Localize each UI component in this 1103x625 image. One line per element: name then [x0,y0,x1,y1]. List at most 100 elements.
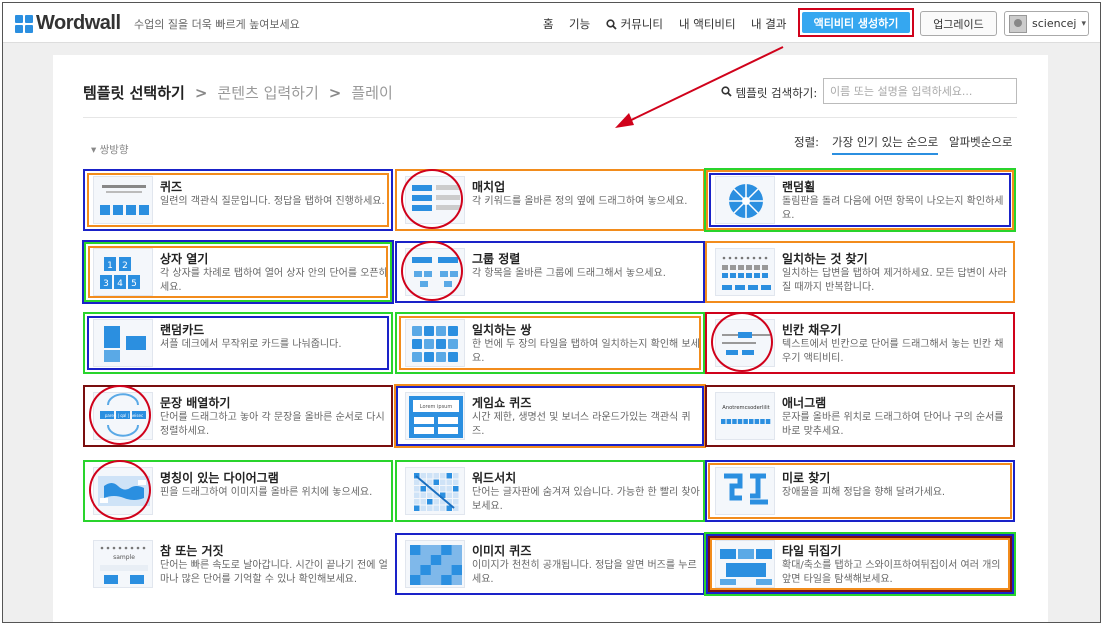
template-title: 매치업 [472,180,506,194]
svg-text:5: 5 [131,279,137,289]
template-card[interactable]: sample 참 또는 거짓단어는 빠른 속도로 날아갑니다. 시간이 끝나기 전… [85,535,391,593]
template-description: 한 번에 두 장의 타일을 탭하여 일치하는지 확인해 보세요. [472,339,700,364]
svg-text:sample: sample [113,554,135,561]
template-title: 퀴즈 [160,180,183,194]
tagline: 수업의 질을 더욱 빠르게 높여보세요 [134,18,300,31]
template-title: 타일 뒤집기 [782,544,842,558]
template-description: 각 키워드를 올바른 정의 옆에 드래그하여 놓으세요. [472,196,688,207]
nav-features[interactable]: 기능 [569,16,590,32]
blank-thumb [715,319,775,367]
chevron-down-icon: ▾ [1081,18,1086,29]
quiz-thumb [93,176,153,224]
chevron-right-icon: > [328,84,342,102]
anagram-thumb: Anotremcsoderlilit [715,392,775,440]
matchup-thumb [405,176,465,224]
breadcrumb-step-select: 템플릿 선택하기 [83,84,185,102]
template-title: 문장 배열하기 [160,396,231,410]
template-description: 일치하는 답변을 탭하여 제거하세요. 모든 답변이 사라질 때까지 반복합니다… [782,268,1007,293]
user-menu-button[interactable]: sciencej ▾ [1004,11,1089,36]
template-title: 빈칸 채우기 [782,323,842,337]
template-description: 돌림판을 돌려 다음에 어떤 항목이 나오는지 확인하세요. [782,196,1004,221]
template-card[interactable]: 빈칸 채우기텍스트에서 빈칸으로 단어를 드래그해서 놓는 빈칸 채우기 액티비… [705,312,1015,374]
app-window: Wordwall 수업의 질을 더욱 빠르게 높여보세요 홈 기능 커뮤니티 내… [2,2,1101,623]
template-title: 일치하는 쌍 [472,323,532,337]
template-card[interactable]: 랜덤카드셔플 데크에서 무작위로 카드를 나눠줍니다. [83,312,393,374]
template-card[interactable]: 명칭이 있는 다이어그램 핀을 드래그하여 이미지를 올바른 위치에 놓으세요. [83,460,393,522]
sort-popular[interactable]: 가장 인기 있는 순으로 [832,134,939,155]
group-sort-thumb [405,248,465,296]
pairs-thumb [405,319,465,367]
template-title: 게임쇼 퀴즈 [472,396,532,410]
find-match-thumb [715,248,775,296]
template-title: 명칭이 있는 다이어그램 [160,471,279,485]
nav-community[interactable]: 커뮤니티 [606,16,663,32]
template-description: 장애물을 피해 정답을 향해 달려가세요. [782,487,946,498]
section-label: 쌍방향 [99,144,129,156]
template-title: 랜덤카드 [160,323,205,337]
template-search-input[interactable] [823,78,1017,104]
true-false-thumb: sample [93,540,153,588]
template-description: 확대/축소를 탭하고 스와이프하여뒤집이서 여러 개의 앞면 타일을 탐색해보세… [782,560,1001,585]
template-card[interactable]: Lorem ipsum 게임쇼 퀴즈 시간 제한, 생명선 및 보너스 라운드가있는… [394,384,706,448]
template-card[interactable]: 미로 찾기장애물을 피해 정답을 향해 달려가세요. [705,460,1015,522]
wordsearch-thumb [405,467,465,515]
section-toggle-interactive[interactable]: ▾ 쌍방향 [91,142,129,157]
maze-thumb [715,467,775,515]
template-description: 각 상자를 차례로 탭하여 열어 상자 안의 단어를 오픈하세요. [160,268,388,293]
template-description: 셔플 데크에서 무작위로 카드를 나눠줍니다. [160,339,342,350]
template-description: 단어는 글자판에 숨겨져 있습니다. 가능한 한 빨리 찾아보세요. [472,487,700,512]
sort-alphabetical[interactable]: 알파벳순으로 [949,134,1012,150]
breadcrumb-step-play: 플레이 [351,84,393,102]
template-card[interactable]: 일치하는 쌍한 번에 두 장의 타일을 탭하여 일치하는지 확인해 보세요. [395,312,705,374]
template-card[interactable]: 그룹 정렬각 항목을 올바른 그룹에 드래그해서 놓으세요. [395,241,705,303]
template-title: 그룹 정렬 [472,252,521,266]
wordwall-logo[interactable]: Wordwall [15,12,121,35]
nav-home[interactable]: 홈 [543,16,554,32]
top-nav-bar: Wordwall 수업의 질을 더욱 빠르게 높여보세요 홈 기능 커뮤니티 내… [3,3,1100,43]
template-title: 워드서치 [472,471,517,485]
template-card[interactable]: 일치하는 것 찾기일치하는 답변을 탭하여 제거하세요. 모든 답변이 사라질 … [705,241,1015,303]
template-card[interactable]: 타일 뒤집기확대/축소를 탭하고 스와이프하여뒤집이서 여러 개의 앞면 타일을… [704,532,1016,596]
username: sciencej [1032,17,1077,30]
nav-my-activities[interactable]: 내 액티비티 [679,16,736,32]
search-icon [721,86,732,97]
template-card[interactable]: 1 2 3 4 5 상자 열기 각 상자를 차례로 탭하여 열어 상자 안의 단어를 오픈하… [82,240,394,304]
upgrade-button[interactable]: 업그레이드 [920,11,997,36]
template-card[interactable]: 랜덤휠돌림판을 돌려 다음에 어떤 항목이 나오는지 확인하세요. [704,168,1016,232]
nav-my-results[interactable]: 내 결과 [751,16,786,32]
boxes-thumb: 12 345 [93,248,153,296]
breadcrumb: 템플릿 선택하기 > 콘텐츠 입력하기 > 플레이 [83,82,393,103]
divider [83,117,1017,118]
template-card[interactable]: paren | qal | neisec 문장 배열하기단어를 드래그하고 놓아 … [83,385,393,447]
template-description: 단어를 드래그하고 놓아 각 문장을 올바른 순서로 다시 정렬하세요. [160,412,385,437]
svg-text:1: 1 [107,261,113,271]
template-title: 미로 찾기 [782,471,831,485]
flip-tiles-thumb [715,540,775,588]
svg-text:Lorem ipsum: Lorem ipsum [420,404,453,410]
template-description: 일련의 객관식 질문입니다. 정답을 탭하여 진행하세요. [160,196,385,207]
template-description: 각 항목을 올바른 그룹에 드래그해서 놓으세요. [472,268,666,279]
search-icon [606,19,617,30]
breadcrumb-step-content: 콘텐츠 입력하기 [217,84,319,102]
svg-text:4: 4 [117,279,123,289]
template-search-label: 템플릿 검색하기: [721,85,817,101]
template-title: 랜덤휠 [782,180,816,194]
template-card[interactable]: 이미지 퀴즈 이미지가 천천히 공개됩니다. 정답을 알면 버즈를 누르세요. [395,533,705,595]
template-card[interactable]: 매치업각 키워드를 올바른 정의 옆에 드래그하여 놓으세요. [395,169,705,231]
template-card[interactable]: 퀴즈일련의 객관식 질문입니다. 정답을 탭하여 진행하세요. [83,169,393,231]
template-card[interactable]: 워드서치단어는 글자판에 숨겨져 있습니다. 가능한 한 빨리 찾아보세요. [395,460,705,522]
create-activity-button[interactable]: 액티비티 생성하기 [798,8,914,37]
template-title: 이미지 퀴즈 [472,544,532,558]
template-title: 애너그램 [782,396,827,410]
chevron-right-icon: > [194,84,208,102]
template-title: 일치하는 것 찾기 [782,252,868,266]
gameshow-thumb: Lorem ipsum [405,392,465,440]
template-description: 텍스트에서 빈칸으로 단어를 드래그해서 놓는 빈칸 채우기 액티비티. [782,339,1004,364]
create-activity-label: 액티비티 생성하기 [802,12,910,33]
template-card[interactable]: Anotremcsoderlilit 애너그램 문자를 올바른 위치로 드래그하여 … [705,385,1015,447]
diagram-thumb [93,467,153,515]
template-title: 참 또는 거짓 [160,544,224,558]
template-description: 단어는 빠른 속도로 날아갑니다. 시간이 끝나기 전에 얼마나 많은 단어를 … [160,560,388,585]
svg-text:paren | qal | neisec: paren | qal | neisec [105,413,143,418]
wheel-thumb [715,176,775,224]
